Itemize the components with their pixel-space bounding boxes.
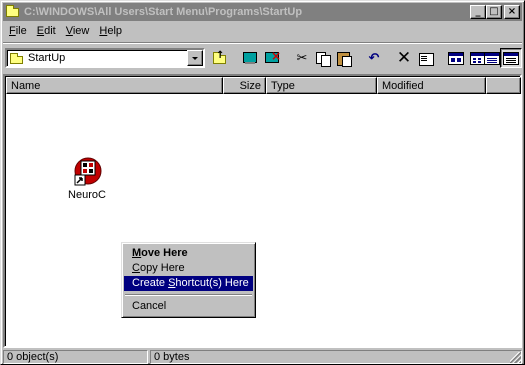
menu-edit[interactable]: Edit	[32, 24, 61, 40]
large-icons-icon	[448, 51, 464, 65]
copy-icon	[315, 51, 331, 67]
menu-help[interactable]: Help	[94, 24, 127, 40]
close-button[interactable]: ×	[504, 5, 520, 19]
menu-help-label: elp	[107, 25, 123, 37]
paste-button[interactable]	[333, 48, 355, 68]
title-bar[interactable]: C:\WINDOWS\All Users\Start Menu\Programs…	[3, 3, 522, 21]
column-size[interactable]: Size	[223, 77, 266, 94]
details-view-button[interactable]	[500, 48, 522, 68]
location-combo[interactable]: StartUp	[5, 48, 205, 68]
up-folder-icon	[212, 50, 228, 65]
undo-button[interactable]: ↶	[363, 48, 385, 68]
toolbar: StartUp ✂ ↶ ✕	[3, 46, 522, 72]
context-menu: Move Here Copy Here Create Shortcut(s) H…	[121, 242, 256, 318]
cut-button[interactable]: ✂	[291, 48, 313, 68]
paste-icon	[336, 51, 352, 67]
create-shortcut-label-end: hortcut(s) Here	[175, 277, 249, 289]
copy-here-label: opy Here	[139, 262, 185, 274]
column-name[interactable]: Name	[6, 77, 223, 94]
minimize-button[interactable]: _	[470, 5, 486, 19]
undo-icon: ↶	[368, 50, 380, 66]
menu-separator	[125, 294, 252, 296]
menu-edit-accel: E	[36, 25, 45, 37]
menu-file-accel: F	[9, 25, 16, 37]
disconnect-drive-icon	[264, 49, 281, 65]
resize-grip-icon[interactable]	[510, 352, 521, 363]
column-filler	[486, 77, 521, 94]
menu-file-label: ile	[15, 25, 27, 37]
column-headers: Name Size Type Modified	[6, 77, 521, 94]
menu-copy-here[interactable]: Copy Here	[124, 261, 253, 276]
status-object-count: 0 object(s)	[3, 350, 148, 364]
delete-icon: ✕	[396, 48, 412, 68]
create-shortcut-label-start: Create	[132, 277, 169, 289]
file-label: NeuroC	[68, 189, 106, 201]
disconnect-network-drive-button[interactable]	[261, 48, 283, 68]
column-modified[interactable]: Modified	[377, 77, 486, 94]
menu-view[interactable]: View	[61, 24, 95, 40]
menu-cancel[interactable]: Cancel	[124, 299, 253, 314]
file-item-neuroc[interactable]: NeuroC	[63, 156, 111, 216]
menu-create-shortcut-here[interactable]: Create Shortcut(s) Here	[124, 276, 253, 291]
copy-button[interactable]	[312, 48, 334, 68]
menu-view-accel: V	[65, 25, 73, 37]
map-network-drive-button[interactable]	[239, 48, 261, 68]
large-icons-button[interactable]	[445, 48, 467, 68]
menu-bar: File Edit View Help	[4, 24, 127, 40]
maximize-button[interactable]: □	[486, 5, 502, 19]
details-view-icon	[503, 51, 519, 65]
status-bytes: 0 bytes	[150, 350, 522, 364]
list-view-icon	[484, 51, 500, 65]
scissors-icon: ✂	[296, 50, 308, 66]
properties-icon	[418, 51, 434, 66]
window-title: C:\WINDOWS\All Users\Start Menu\Programs…	[24, 6, 303, 18]
status-bar: 0 object(s) 0 bytes	[3, 350, 522, 364]
menu-edit-label: dit	[44, 25, 56, 37]
move-here-label: ove Here	[141, 247, 188, 259]
neuroc-app-icon	[74, 157, 102, 186]
chevron-down-icon[interactable]	[187, 50, 203, 66]
file-list[interactable]: Name Size Type Modified NeuroC Move Here…	[3, 74, 522, 348]
properties-button[interactable]	[415, 48, 437, 68]
delete-button[interactable]: ✕	[393, 48, 415, 68]
menu-view-label: iew	[72, 25, 90, 37]
location-text: StartUp	[28, 52, 66, 64]
network-drive-icon	[242, 51, 258, 65]
move-here-accel: M	[132, 247, 142, 259]
title-buttons: _ □ ×	[470, 5, 520, 19]
folder-icon	[10, 53, 26, 65]
column-type[interactable]: Type	[266, 77, 377, 94]
explorer-window: C:\WINDOWS\All Users\Start Menu\Programs…	[0, 0, 525, 365]
menu-file[interactable]: File	[4, 24, 32, 40]
menu-move-here[interactable]: Move Here	[124, 246, 253, 261]
folder-icon	[5, 5, 21, 19]
toolbar-divider	[3, 42, 522, 44]
copy-here-accel: C	[132, 262, 140, 274]
up-one-level-button[interactable]	[209, 48, 231, 68]
